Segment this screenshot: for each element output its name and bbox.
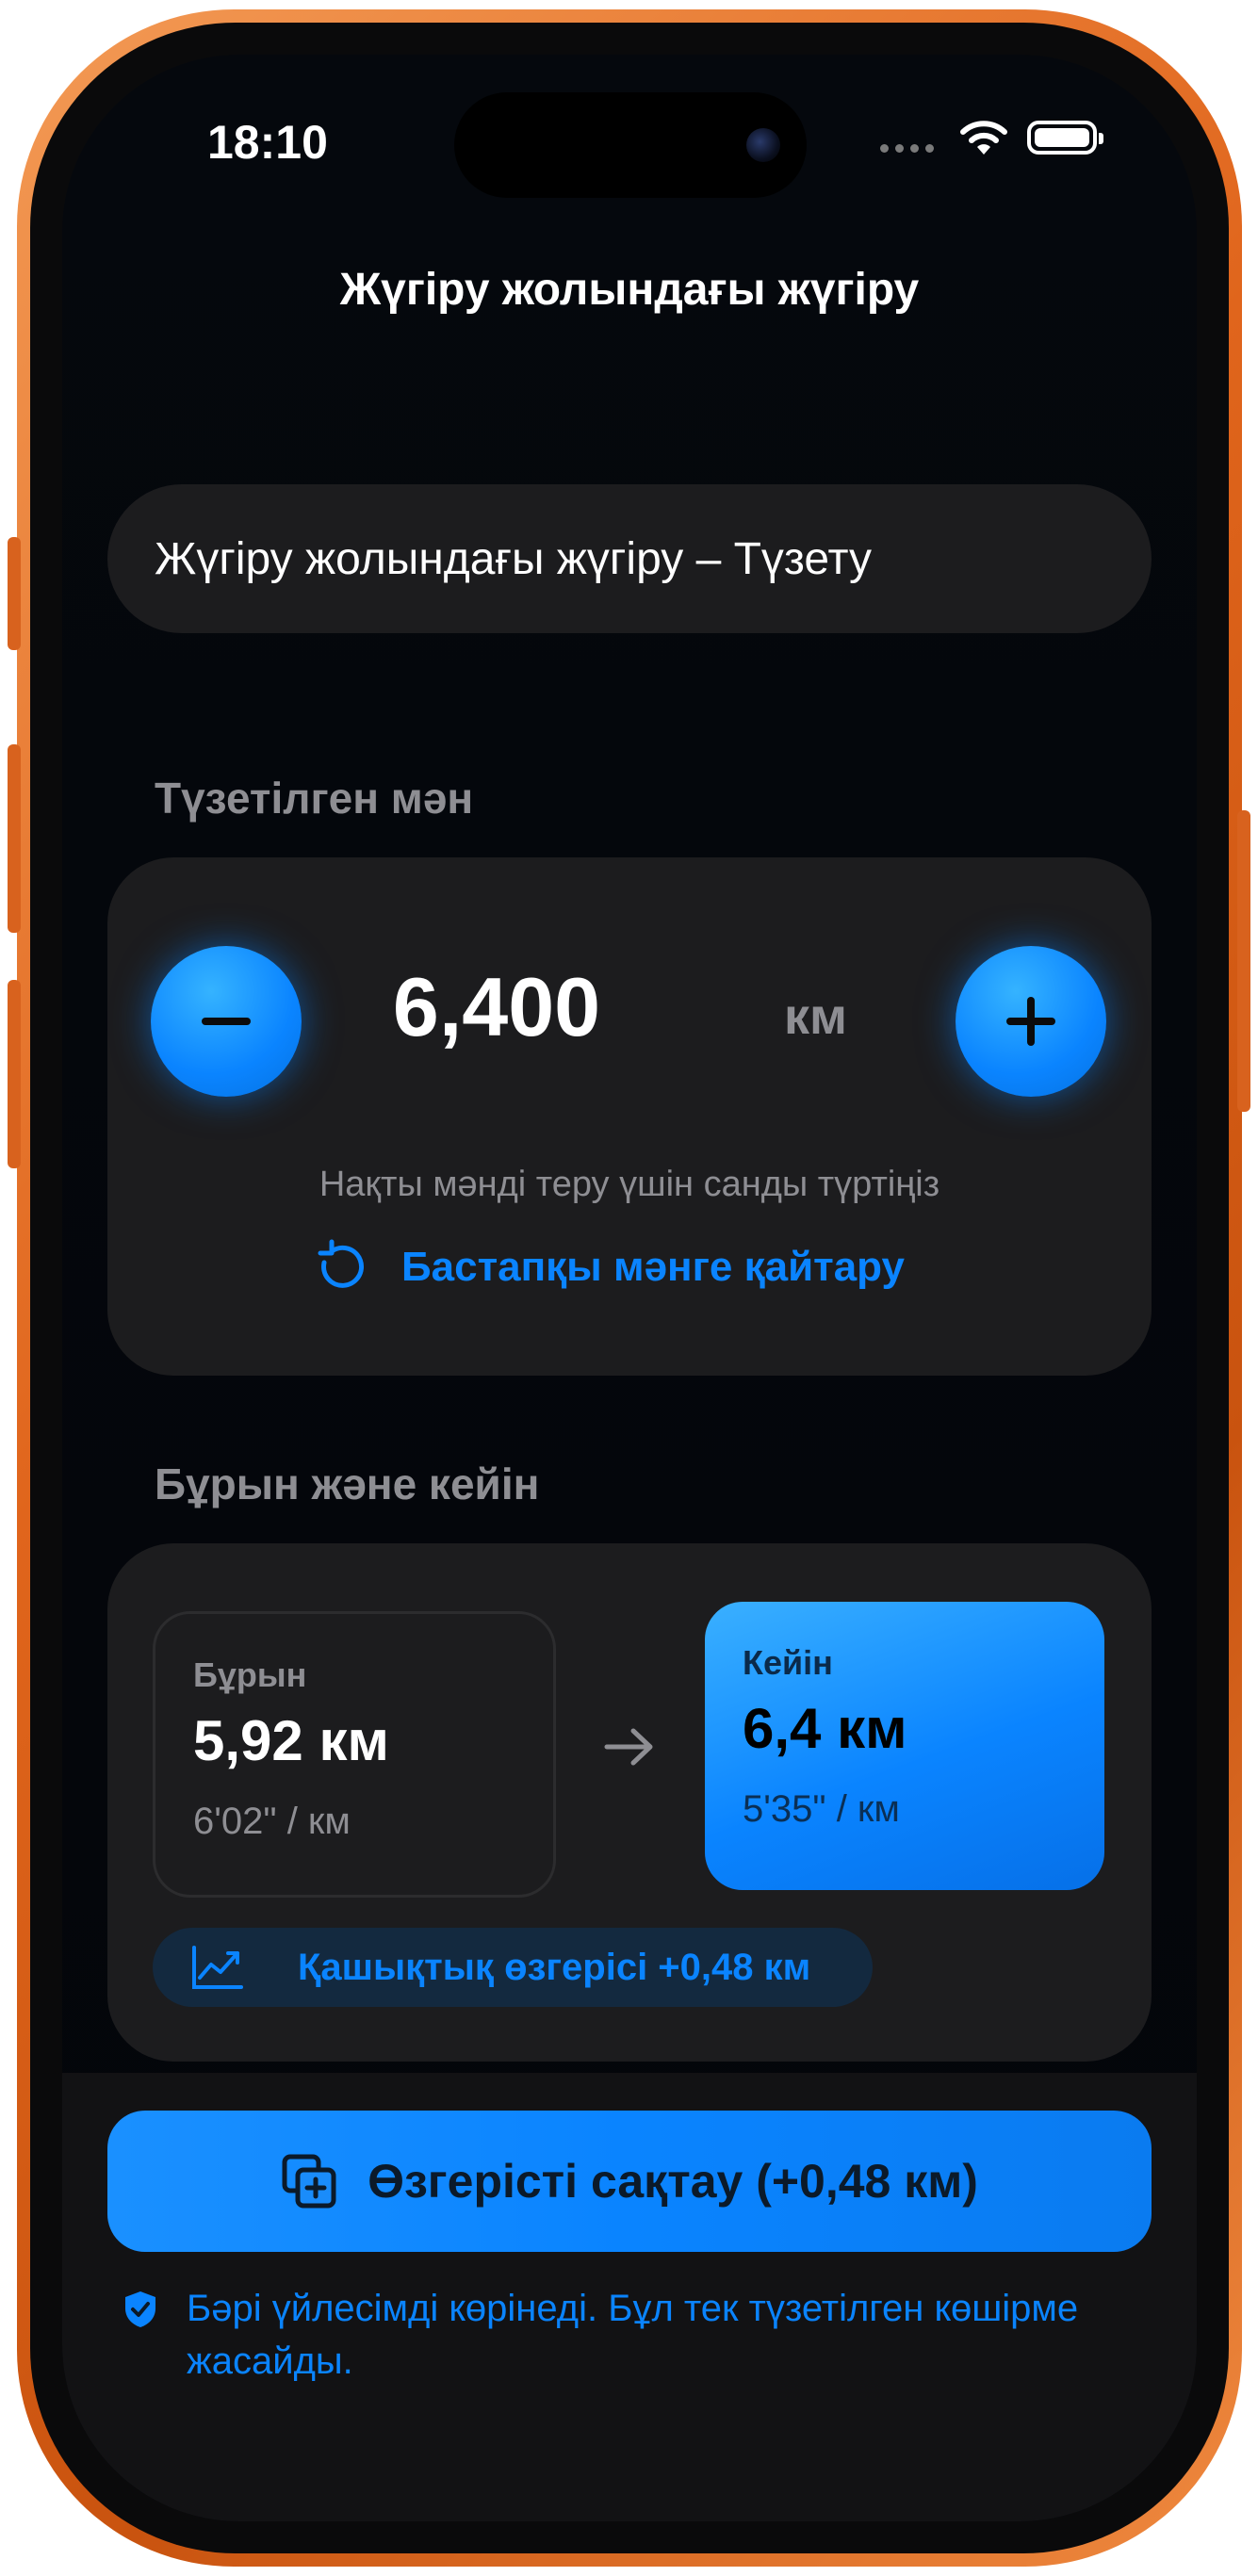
distance-change-badge: Қашықтық өзгерісі +0,48 км bbox=[153, 1928, 873, 2007]
decrement-button[interactable] bbox=[151, 946, 302, 1097]
comparison-card: Бұрын 5,92 км 6'02" / км Кейін 6,4 км 5'… bbox=[107, 1543, 1152, 2062]
wifi-icon bbox=[960, 121, 1007, 155]
increment-button[interactable] bbox=[956, 946, 1106, 1097]
reset-button[interactable]: Бастапқы мәнге қайтару bbox=[313, 1234, 905, 1300]
battery-icon bbox=[1027, 121, 1103, 155]
status-time: 18:10 bbox=[207, 116, 328, 169]
side-button-right bbox=[1237, 810, 1250, 1112]
trend-chart-icon bbox=[192, 1946, 243, 1989]
tap-hint: Нақты мәнді теру үшін санды түртіңіз bbox=[319, 1165, 940, 1204]
info-note: Бәрі үйлесімді көрінеді. Бұл тек түзетіл… bbox=[123, 2282, 1103, 2388]
workout-name-field[interactable]: Жүгіру жолындағы жүгіру – Түзету bbox=[107, 484, 1152, 633]
minus-icon bbox=[202, 1018, 251, 1025]
bottom-bar: Өзгерісті сақтау (+0,48 км) Бәрі үйлесім… bbox=[62, 2073, 1197, 2521]
info-note-text: Бәрі үйлесімді көрінеді. Бұл тек түзетіл… bbox=[187, 2288, 1079, 2382]
before-value: 5,92 км bbox=[193, 1709, 389, 1772]
after-box: Кейін 6,4 км 5'35" / км bbox=[705, 1602, 1104, 1890]
side-button-left-1 bbox=[8, 537, 21, 650]
arrow-right-icon bbox=[604, 1728, 653, 1766]
after-pace: 5'35" / км bbox=[743, 1788, 900, 1830]
reset-icon bbox=[318, 1239, 365, 1288]
reset-label: Бастапқы мәнге қайтару bbox=[401, 1244, 905, 1290]
save-label: Өзгерісті сақтау (+0,48 км) bbox=[368, 2155, 978, 2208]
plus-icon bbox=[1006, 997, 1055, 1046]
unit-label: км bbox=[784, 988, 847, 1045]
camera-icon bbox=[746, 128, 780, 162]
distance-change-label: Қашықтық өзгерісі +0,48 км bbox=[298, 1946, 811, 1988]
cellular-signal-icon bbox=[880, 144, 934, 153]
before-pace: 6'02" / км bbox=[193, 1801, 351, 1842]
after-value: 6,4 км bbox=[743, 1697, 907, 1760]
duplicate-plus-icon bbox=[282, 2154, 336, 2209]
before-label: Бұрын bbox=[193, 1655, 307, 1694]
before-box: Бұрын 5,92 км 6'02" / км bbox=[153, 1611, 556, 1898]
nav-title: Жүгіру жолындағы жүгіру bbox=[339, 265, 920, 315]
save-button[interactable]: Өзгерісті сақтау (+0,48 км) bbox=[107, 2111, 1152, 2252]
adjusted-value[interactable]: 6,400 bbox=[320, 959, 673, 1055]
screen: 18:10 Жүгіру жолындағы жүгіру Жүгіру жол… bbox=[62, 55, 1197, 2521]
after-label: Кейін bbox=[743, 1643, 833, 1682]
side-button-left-3 bbox=[8, 980, 21, 1168]
side-button-left-2 bbox=[8, 744, 21, 933]
shield-check-icon bbox=[125, 2291, 155, 2327]
adjusted-section-title: Түзетілген мән bbox=[155, 774, 474, 823]
dynamic-island bbox=[454, 92, 807, 198]
comparison-section-title: Бұрын және кейін bbox=[155, 1459, 540, 1508]
adjusted-value-card: 6,400 км Нақты мәнді теру үшін санды түр… bbox=[107, 857, 1152, 1376]
